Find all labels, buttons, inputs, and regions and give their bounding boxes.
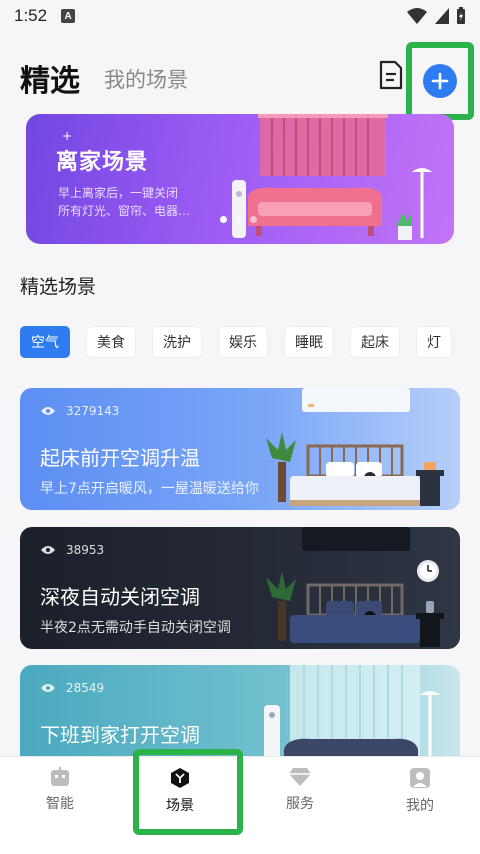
card-title: 下班到家打开空调 [40, 723, 200, 747]
nav-scenes-highlight [133, 749, 243, 835]
notification-icon: A [61, 9, 76, 23]
nav-item-services[interactable]: 服务 [240, 767, 360, 827]
add-scene-button[interactable] [423, 64, 457, 98]
nav-label: 我的 [406, 798, 434, 814]
person-icon [410, 768, 430, 788]
document-icon [379, 60, 403, 90]
eye-icon [41, 684, 55, 692]
view-count: 38953 [40, 543, 104, 557]
eye-icon [41, 407, 55, 415]
robot-icon [51, 767, 69, 786]
nav-label: 服务 [286, 796, 314, 812]
banner-desc-line-1: 早上离家后，一键关闭 [58, 186, 179, 200]
pagination-dot[interactable] [235, 216, 242, 223]
category-chip-sleep[interactable]: 睡眠 [284, 326, 334, 358]
eye-icon [41, 546, 55, 554]
view-count: 28549 [40, 681, 104, 695]
card-title: 起床前开空调升温 [40, 446, 200, 470]
category-chip-air[interactable]: 空气 [20, 326, 70, 358]
view-count-value: 28549 [66, 681, 105, 695]
view-count-value: 38953 [66, 543, 105, 557]
status-time: 1:52 [14, 6, 48, 25]
nav-item-smart[interactable]: 智能 [0, 767, 120, 827]
bottom-nav: 智能 场景 服务 我的 [0, 749, 480, 854]
category-chip-laundry[interactable]: 洗护 [152, 326, 202, 358]
diamond-icon [289, 768, 311, 786]
signal-icon [435, 8, 449, 24]
wifi-icon [407, 8, 427, 24]
document-button[interactable] [376, 58, 406, 92]
banner-away-scene[interactable]: + 离家场景 早上离家后，一键关闭 所有灯光、窗帘、电器… [26, 114, 454, 244]
nav-item-profile[interactable]: 我的 [360, 767, 480, 827]
pagination-dot[interactable] [250, 216, 257, 223]
card-title: 深夜自动关闭空调 [40, 585, 200, 609]
scene-card-warmup[interactable]: 3279143 起床前开空调升温 早上7点开启暖风，一屋温暖送给你 [20, 388, 460, 510]
category-chip-light[interactable]: 灯 [416, 326, 452, 358]
sofa-illustration: + [62, 114, 432, 240]
nav-label: 智能 [46, 796, 74, 812]
category-chip-entertainment[interactable]: 娱乐 [218, 326, 268, 358]
view-count: 3279143 [40, 404, 119, 418]
banner-description: 早上离家后，一键关闭 所有灯光、窗帘、电器… [58, 184, 228, 220]
card-subtitle: 半夜2点无需动手自动关闭空调 [40, 620, 231, 636]
category-chip-food[interactable]: 美食 [86, 326, 136, 358]
category-tabs: 空气 美食 洗护 娱乐 睡眠 起床 灯 [20, 326, 480, 360]
scene-card-night-off[interactable]: 38953 深夜自动关闭空调 半夜2点无需动手自动关闭空调 [20, 527, 460, 649]
battery-icon [457, 7, 465, 24]
banner-desc-line-2: 所有灯光、窗帘、电器… [58, 204, 191, 218]
banner-pagination [220, 216, 257, 223]
add-scene-highlight [406, 42, 474, 120]
tab-my-scenes[interactable]: 我的场景 [104, 64, 188, 94]
card-subtitle: 早上7点开启暖风，一屋温暖送给你 [40, 481, 259, 497]
banner-title: 离家场景 [56, 150, 149, 175]
header: 精选 我的场景 [0, 42, 480, 120]
category-chip-wakeup[interactable]: 起床 [350, 326, 400, 358]
status-bar: 1:52 A [0, 0, 480, 32]
plus-icon [431, 72, 449, 90]
pagination-dot[interactable] [220, 216, 227, 223]
section-title: 精选场景 [20, 276, 97, 298]
view-count-value: 3279143 [66, 404, 120, 418]
tab-featured[interactable]: 精选 [20, 56, 80, 100]
svg-text:+: + [62, 129, 72, 143]
